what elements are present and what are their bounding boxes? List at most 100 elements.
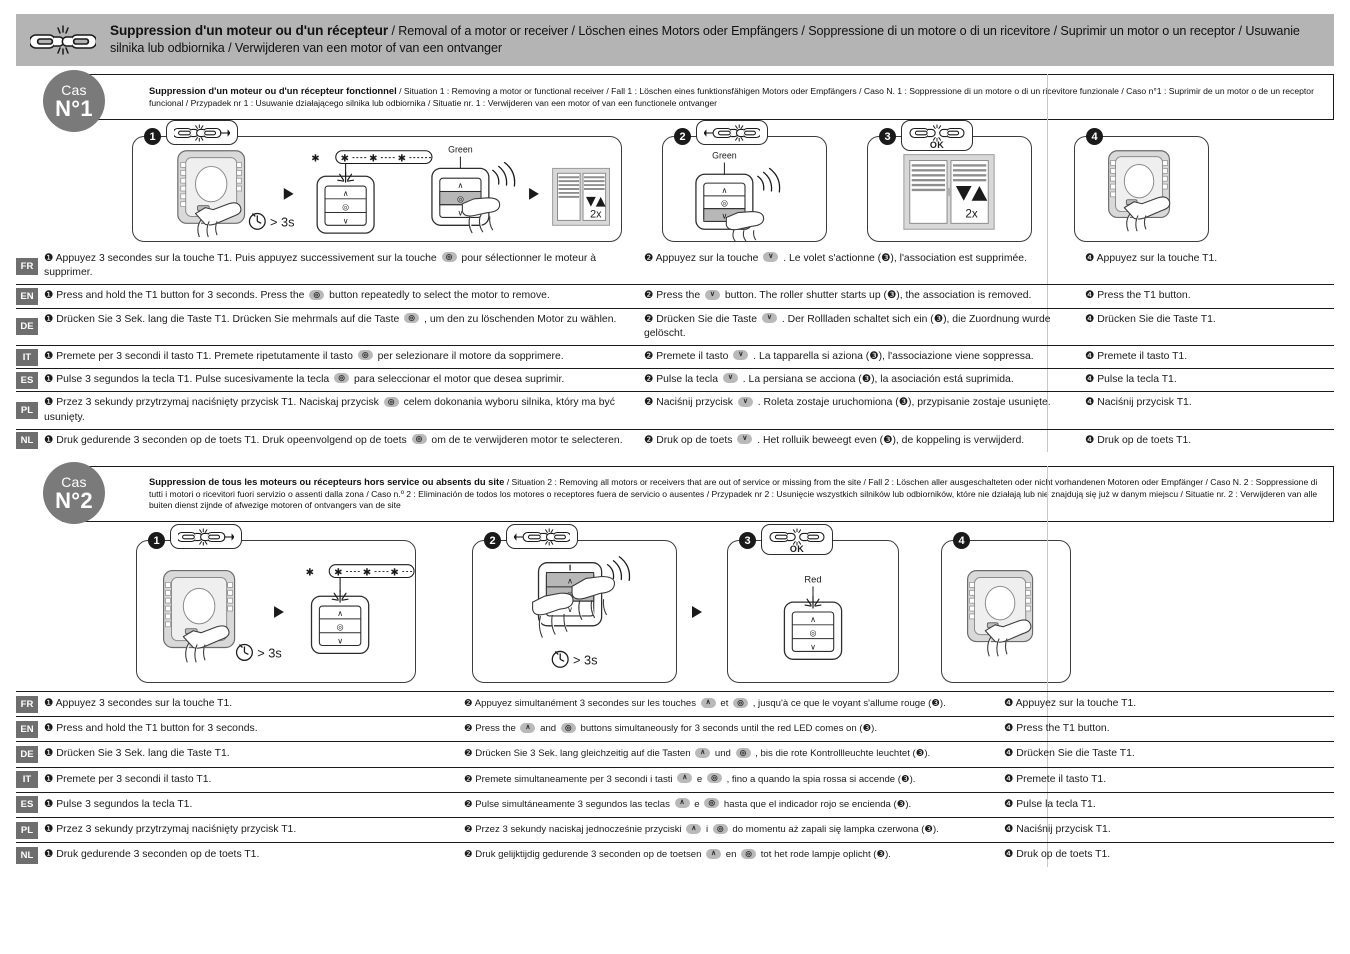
page-header: Suppression d'un moteur ou d'un récepteu… (16, 14, 1334, 66)
svg-text:∧: ∧ (458, 181, 464, 190)
case-2-red-led-label: Red (804, 574, 821, 584)
table-row: IT ❶ Premete per 3 secondi il tasto T1. ❷ … (16, 766, 1334, 792)
case-1-it-step4: ❹ Premete il tasto T1. (1085, 351, 1188, 363)
case-2-es-step4: ❹ Pulse la tecla T1. (1004, 798, 1096, 810)
case-1-panel-4-box (1074, 136, 1209, 242)
up-button-icon (695, 747, 711, 758)
case-2-step-1-number: 1 (148, 532, 165, 550)
case-1-step-2-chain-badge (696, 120, 768, 145)
case-1-nl-step1: ❶ Druk gedurende 3 seconden op de toets … (44, 430, 644, 452)
case-1-panel-3-illustration: 2x (903, 154, 995, 230)
case-2-illustrations: 1 > 3s ∧ ◎ ∨ ✱ ✱ ✱ ✱ 2 ∧ ∨ > 3s 3 OK Red… (16, 524, 1334, 684)
lang-tag-fr: FR (16, 695, 38, 713)
case-1-description: Suppression d'un moteur ou d'un récepteu… (149, 85, 1325, 109)
svg-text:Green: Green (712, 151, 737, 161)
down-button-icon (722, 373, 738, 384)
broken-chain-icon (178, 528, 234, 546)
svg-text:◎: ◎ (342, 203, 349, 212)
case-2-it-step4: ❹ Premete il tasto T1. (1004, 773, 1107, 785)
case-2-description-bold: Suppression de tous les moteurs ou récep… (149, 476, 505, 488)
stop-button-icon (704, 798, 720, 809)
svg-text:> 3s: > 3s (573, 652, 598, 667)
case-1-en-step2: ❷ Press the button. The roller shutter s… (644, 285, 1069, 307)
case-2-es-step2: ❷ Pulse simultáneamente 3 segundos las t… (464, 793, 1004, 817)
svg-text:✱: ✱ (398, 154, 406, 165)
case-1-fr-step2: ❷ Appuyez sur la touche . Le volet s'act… (644, 248, 1069, 284)
case-2-panel-3-box: Red ∧ ◎ ∨ (727, 540, 899, 684)
lang-tag-pl: PL (16, 821, 38, 839)
case-2-description: Suppression de tous les moteurs ou récep… (149, 476, 1325, 512)
case-1-step-1-number: 1 (144, 128, 161, 145)
case-1-step-3-ok-label: OK (929, 140, 945, 150)
lang-tag-it: IT (16, 348, 38, 366)
svg-text:✱: ✱ (341, 154, 349, 165)
case-1-it-step1: ❶ Premete per 3 secondi il tasto T1. Pre… (44, 346, 644, 368)
case-1-de-step1: ❶ Drücken Sie 3 Sek. lang die Taste T1. … (44, 309, 644, 345)
case-1-illustrations: 1 > 3s ∧ ◎ ∨ ✱ ✱ ✱ ✱ Green ∧ ◎ ∨ 2x 2 Gr… (16, 120, 1334, 242)
lang-tag-it: IT (16, 771, 38, 789)
svg-text:> 3s: > 3s (270, 214, 294, 229)
case-2-badge: Cas N°2 (43, 462, 105, 525)
down-button-icon (763, 252, 779, 263)
case-2-en-step4: ❹ Press the T1 button. (1004, 723, 1110, 735)
svg-text:∧: ∧ (337, 609, 343, 618)
stop-button-icon (357, 350, 373, 361)
case-2-panel-1-illustration: > 3s ∧ ◎ ∨ ✱ ✱ ✱ ✱ (163, 564, 415, 663)
stop-button-icon (411, 434, 427, 445)
svg-text:✱: ✱ (369, 154, 377, 165)
case-2-step-3-number: 3 (739, 532, 756, 550)
svg-text:◎: ◎ (337, 623, 344, 632)
svg-text:◎: ◎ (810, 629, 817, 638)
down-button-icon (761, 312, 777, 323)
case-2-panel-4: 4 (941, 532, 1071, 684)
case-1-nl-step4: ❹ Druk op de toets T1. (1085, 434, 1192, 446)
case-2-de-step4: ❹ Drücken Sie die Taste T1. (1004, 748, 1135, 760)
case-2-section: Cas N°2 Suppression de tous les moteurs … (16, 462, 1334, 868)
case-1-badge: Cas N°1 (43, 70, 105, 132)
case-2-fr-step4: ❹ Appuyez sur la touche T1. (1004, 698, 1137, 710)
table-row: NL ❶ Druk gedurende 3 seconden op de toet… (16, 842, 1334, 867)
lang-tag-fr: FR (16, 257, 38, 275)
stop-button-icon (741, 848, 757, 859)
table-row: EN ❶ Press and hold the T1 button for 3 s… (16, 284, 1334, 307)
case-1-language-table: FR ❶ Appuyez 3 secondes sur la touche T1.… (16, 74, 1334, 453)
down-button-icon (704, 289, 720, 300)
case-2-pl-step2: ❷ Przez 3 sekundy naciskaj jednocześnie … (464, 818, 1004, 842)
lang-tag-de: DE (16, 318, 38, 336)
case-1-badge-number: N°1 (55, 95, 93, 121)
case-2-step-4-number: 4 (953, 532, 970, 550)
table-row: PL ❶ Przez 3 sekundy przytrzymaj naciśnię… (16, 817, 1334, 842)
case-2-badge-number: N°2 (55, 487, 93, 513)
case-2-panel-2: 2 ∧ ∨ > 3s (472, 524, 677, 684)
table-row: NL ❶ Druk gedurende 3 seconden op de toet… (16, 428, 1334, 452)
case-1-nl-step2: ❷ Druk op de toets . Het rolluik beweegt… (644, 430, 1069, 452)
svg-text:✱: ✱ (311, 154, 319, 165)
stop-button-icon (733, 697, 749, 708)
case-2-panel-3: 3 OK Red ∧ ◎ ∨ (727, 524, 899, 684)
svg-text:2x: 2x (590, 208, 602, 220)
svg-text:✱: ✱ (363, 568, 371, 579)
table-row: DE ❶ Drücken Sie 3 Sek. lang die Taste T1… (16, 741, 1334, 766)
down-button-icon (737, 434, 753, 445)
stop-button-icon (441, 252, 457, 263)
broken-chain-icon (30, 23, 96, 57)
lang-tag-nl: NL (16, 846, 38, 864)
case-1-es-step1: ❶ Pulse 3 segundos la tecla T1. Pulse su… (44, 369, 644, 391)
svg-text:∨: ∨ (343, 216, 349, 225)
stop-button-icon (735, 747, 751, 758)
case-1-de-step2: ❷ Drücken Sie die Taste . Der Rollladen … (644, 309, 1069, 345)
case-1-panel-3-box: 2x (867, 136, 1032, 242)
table-row: EN ❶ Press and hold the T1 button for 3 s… (16, 716, 1334, 741)
case-2-step-2-chain-badge (506, 524, 578, 550)
lang-tag-en: EN (16, 288, 38, 305)
svg-text:✱: ✱ (306, 568, 314, 579)
case-2-it-step1: ❶ Premete per 3 secondi il tasto T1. (44, 773, 212, 785)
case-2-step-3-chain-badge: OK (761, 524, 833, 556)
case-1-panel-4: 4 (1074, 128, 1209, 242)
case-2-de-step1: ❶ Drücken Sie 3 Sek. lang die Taste T1. (44, 748, 230, 760)
stop-button-icon (706, 773, 722, 784)
case-1-pl-step2: ❷ Naciśnij przycisk . Roleta zostaje uru… (644, 392, 1069, 428)
case-1-en-step4: ❹ Press the T1 button. (1085, 290, 1191, 302)
stop-button-icon (712, 823, 728, 834)
case-2-fr-step2: ❷ Appuyez simultanément 3 secondes sur l… (464, 692, 1004, 716)
